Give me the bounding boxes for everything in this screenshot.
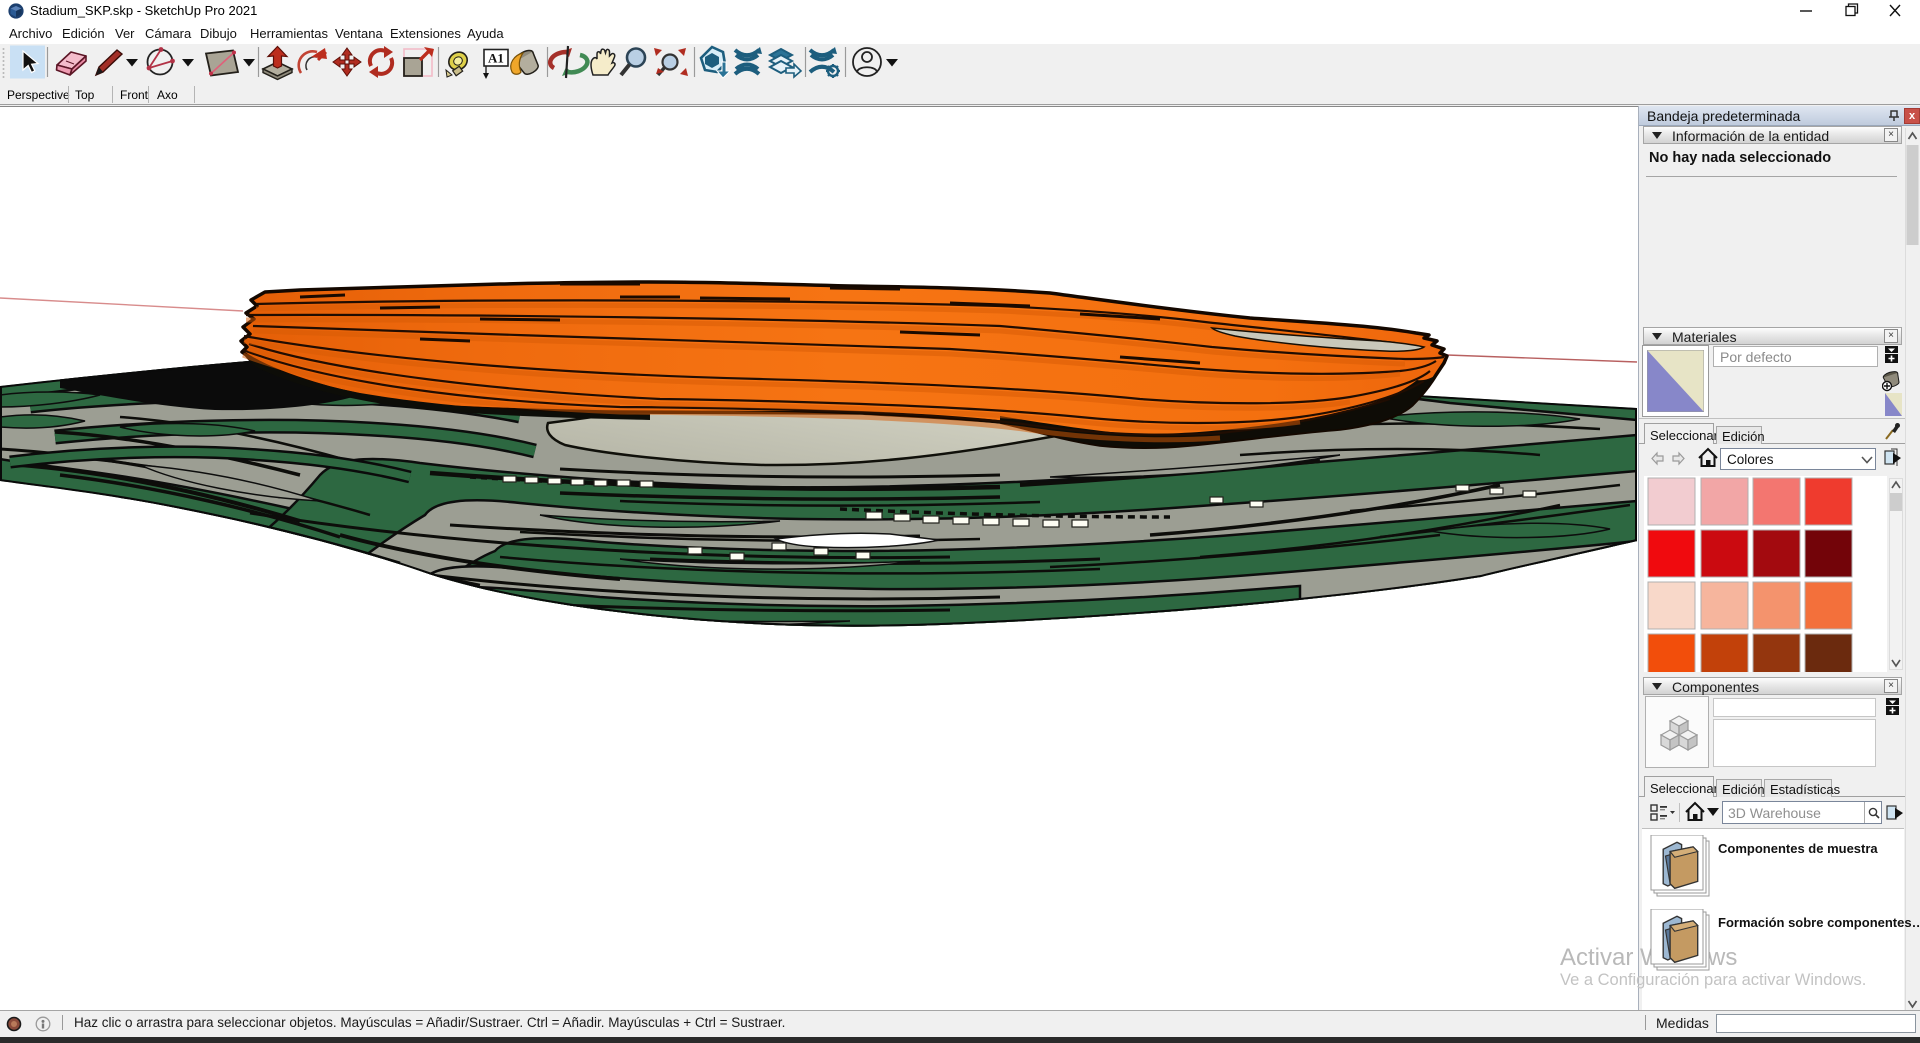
svg-text:A1: A1 — [488, 51, 504, 66]
